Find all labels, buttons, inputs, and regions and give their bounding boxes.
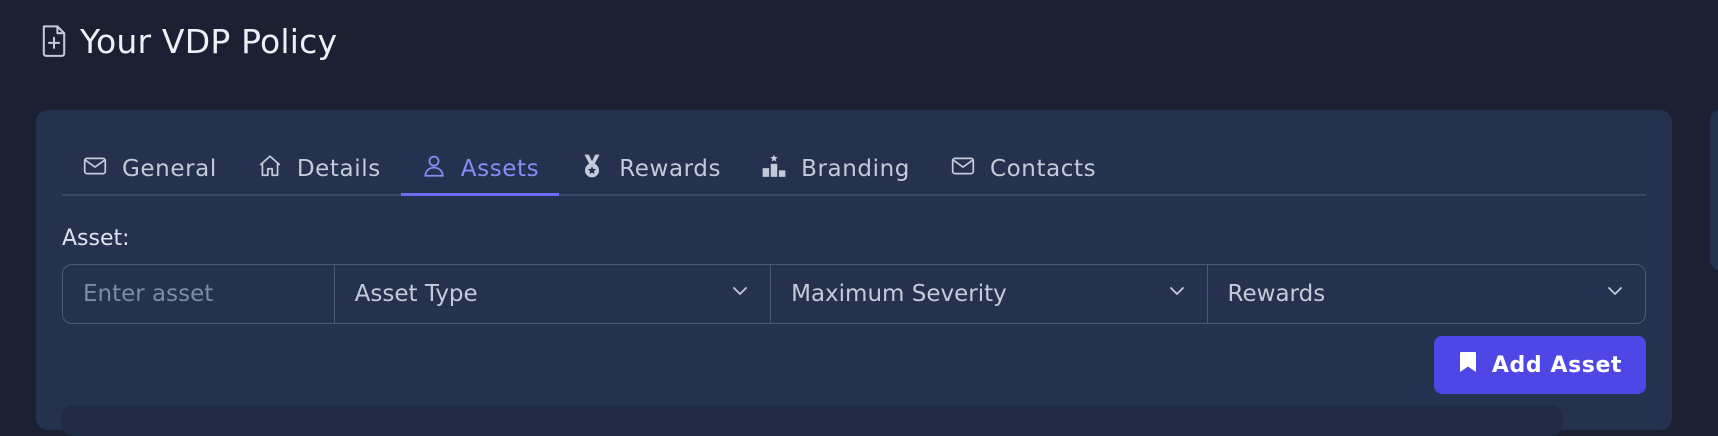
add-asset-button[interactable]: Add Asset: [1434, 336, 1646, 394]
asset-input-group: Asset Type Maximum Severity Rewards: [62, 264, 1646, 324]
asset-type-select[interactable]: Asset Type: [335, 265, 772, 323]
medal-icon: [579, 153, 605, 185]
page-title: Your VDP Policy: [80, 22, 338, 61]
tab-label: Branding: [801, 156, 910, 182]
tab-branding[interactable]: Branding: [741, 144, 930, 194]
chevron-down-icon: [1167, 281, 1187, 307]
side-panel-edge: [1710, 110, 1718, 270]
rewards-select[interactable]: Rewards: [1208, 265, 1645, 323]
tab-details[interactable]: Details: [237, 144, 401, 194]
chevron-down-icon: [1605, 281, 1625, 307]
mail-icon: [82, 153, 108, 185]
policy-card: General Details Assets Rewards Branding …: [36, 110, 1672, 436]
tab-label: Contacts: [989, 156, 1097, 182]
home-icon: [257, 153, 283, 185]
file-plus-icon: [40, 23, 68, 61]
tab-contacts[interactable]: Contacts: [930, 144, 1116, 194]
podium-icon: [761, 153, 787, 185]
tab-assets[interactable]: Assets: [400, 144, 560, 196]
maximum-severity-select[interactable]: Maximum Severity: [771, 265, 1208, 323]
tab-label: Rewards: [619, 156, 722, 182]
rewards-value: Rewards: [1227, 281, 1326, 307]
tab-label: Details: [296, 156, 381, 182]
tab-label: Assets: [460, 156, 540, 182]
add-asset-label: Add Asset: [1491, 352, 1623, 378]
tab-general[interactable]: General: [62, 144, 237, 194]
asset-input[interactable]: [83, 281, 314, 307]
asset-input-wrapper: [63, 265, 335, 323]
mail-icon: [950, 153, 976, 185]
page-header: Your VDP Policy: [40, 22, 337, 61]
bookmark-icon: [1458, 350, 1478, 380]
asset-type-value: Asset Type: [354, 281, 478, 307]
asset-list-panel: [62, 406, 1562, 436]
tab-rewards[interactable]: Rewards: [559, 144, 741, 194]
maximum-severity-value: Maximum Severity: [791, 281, 1007, 307]
asset-label: Asset:: [62, 226, 130, 251]
policy-tabs: General Details Assets Rewards Branding …: [62, 144, 1646, 196]
tab-label: General: [122, 156, 217, 182]
chevron-down-icon: [730, 281, 750, 307]
user-icon: [421, 153, 447, 185]
